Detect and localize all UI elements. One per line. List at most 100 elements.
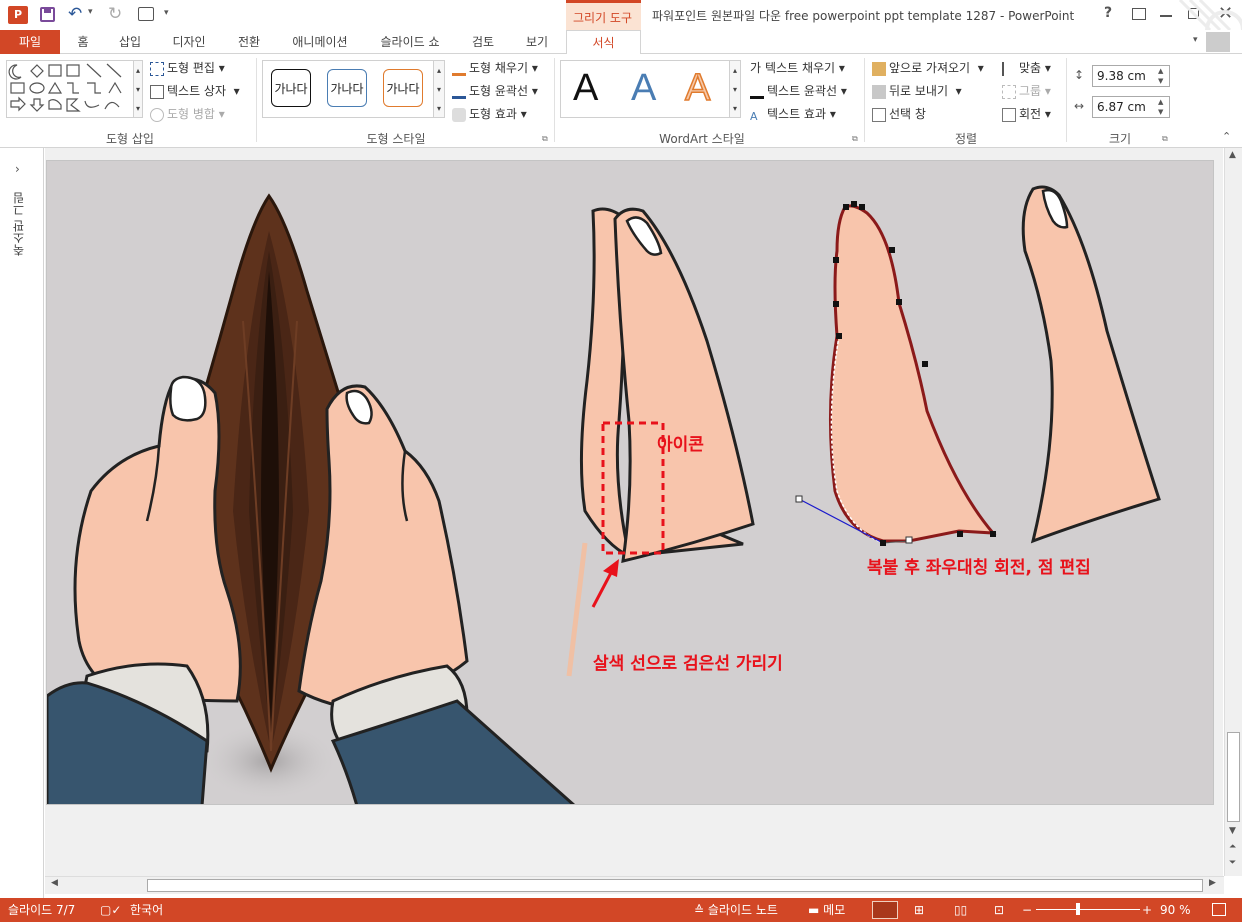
account-avatar[interactable] [1206, 32, 1230, 52]
slideshow-view-icon[interactable]: ⊡ [994, 898, 1004, 922]
title-bar: P ↶ ▾ ↻ ▾ 그리기 도구 파워포인트 원본파일 다운 free powe… [0, 0, 1242, 50]
shape-style-gallery-scroll[interactable]: ▴ ▾ ▾ [433, 60, 445, 118]
scroll-left-icon[interactable]: ◀ [51, 878, 58, 888]
group-button[interactable]: 그룹 ▾ [1002, 82, 1051, 100]
thumb-reference-illustration[interactable] [579, 207, 755, 563]
notes-label: 슬라이드 노트 [707, 903, 778, 917]
edit-shape-button[interactable]: 도형 편집 ▾ [150, 59, 225, 77]
undo-icon[interactable]: ↶ [68, 4, 82, 24]
tab-transitions[interactable]: 전환 [226, 30, 272, 54]
send-backward-icon [872, 84, 886, 99]
zoom-in-button[interactable]: + [1142, 898, 1152, 922]
vertical-scroll-thumb[interactable] [1227, 732, 1240, 822]
edit-shape-label: 도형 편집 [167, 61, 215, 75]
shape-fill-button[interactable]: 도형 채우기 ▾ [452, 59, 538, 77]
shape-style-sample-2[interactable]: 가나다 [327, 69, 367, 107]
scroll-up-icon[interactable]: ▲ [1229, 150, 1236, 160]
text-box-button[interactable]: 텍스트 상자 ▾ [150, 82, 240, 100]
ribbon-display-options-icon[interactable] [1132, 8, 1146, 20]
scroll-down-icon[interactable]: ▼ [1229, 826, 1236, 836]
wordart-sample-orange[interactable]: A [684, 66, 711, 110]
fit-to-window-icon[interactable] [1212, 903, 1226, 916]
customize-toolbar-icon[interactable]: ▾ [164, 8, 169, 18]
normal-view-icon[interactable] [872, 901, 898, 919]
status-bar: 슬라이드 7/7 ▢✓ 한국어 ≙ 슬라이드 노트 ▬ 메모 ⊞ ▯▯ ⊡ − … [0, 898, 1242, 922]
tab-home[interactable]: 홈 [62, 30, 104, 54]
comments-button[interactable]: ▬ 메모 [808, 898, 845, 922]
start-slideshow-icon[interactable] [138, 7, 154, 21]
wordart-gallery-scroll[interactable]: ▴ ▾ ▾ [729, 60, 741, 118]
text-box-icon [150, 84, 164, 99]
send-backward-label: 뒤로 보내기 [889, 84, 949, 98]
tab-format[interactable]: 서식 [566, 30, 641, 55]
shape-effects-button[interactable]: 도형 효과 ▾ [452, 105, 527, 123]
shape-style-gallery[interactable]: 가나다 가나다 가나다 [262, 60, 434, 118]
final-thumb-illustration[interactable] [1021, 185, 1161, 544]
zoom-out-button[interactable]: − [1022, 898, 1032, 922]
text-outline-button[interactable]: 텍스트 윤곽선 ▾ [750, 82, 847, 100]
wordart-sample-black[interactable]: A [573, 67, 598, 110]
ribbon-separator [864, 58, 865, 142]
expand-thumbnails-icon[interactable]: › [15, 162, 20, 176]
spellcheck-icon[interactable]: ▢✓ [100, 898, 121, 922]
dialog-launcher-icon[interactable]: ⧉ [852, 134, 858, 144]
shape-effects-icon [452, 107, 466, 122]
zoom-level[interactable]: 90 % [1160, 898, 1191, 922]
slide-canvas[interactable]: 아이콘 살색 선으로 검은선 가리기 복붙 후 좌우대칭 회전, 점 편집 [46, 160, 1214, 805]
horizontal-scrollbar[interactable]: ◀ ▶ [45, 876, 1224, 894]
scroll-right-icon[interactable]: ▶ [1209, 878, 1216, 888]
right-hand-illustration[interactable] [297, 384, 576, 805]
shape-outline-button[interactable]: 도형 윤곽선 ▾ [452, 82, 538, 100]
point-edit-shape[interactable] [795, 201, 997, 546]
shape-fill-label: 도형 채우기 [469, 61, 529, 75]
selection-pane-button[interactable]: 선택 창 [872, 105, 926, 123]
merge-shapes-button[interactable]: 도형 병합 ▾ [150, 105, 225, 123]
rotate-button[interactable]: 회전 ▾ [1002, 105, 1051, 123]
save-icon[interactable] [40, 7, 55, 22]
skin-color-line[interactable] [566, 542, 588, 677]
width-icon: ↔ [1074, 99, 1085, 113]
dialog-launcher-icon[interactable]: ⧉ [1162, 134, 1168, 144]
wordart-gallery[interactable]: A A A [560, 60, 730, 118]
slide-sorter-view-icon[interactable]: ⊞ [914, 898, 924, 922]
thumbnail-panel-collapsed[interactable]: › 축소판 그림 [0, 148, 44, 898]
help-button[interactable]: ? [1104, 5, 1112, 21]
align-button[interactable]: 맞춤 ▾ [1002, 59, 1051, 77]
notes-button[interactable]: ≙ 슬라이드 노트 [694, 898, 778, 922]
dialog-launcher-icon[interactable]: ⧉ [542, 134, 548, 144]
redo-icon[interactable]: ↻ [108, 4, 122, 24]
tab-insert[interactable]: 삽입 [108, 30, 152, 54]
shape-style-sample-1[interactable]: 가나다 [271, 69, 311, 107]
shape-gallery-scroll[interactable]: ▴ ▾ ▾ [133, 60, 143, 118]
collapse-ribbon-icon[interactable]: ⌃ [1222, 130, 1231, 143]
powerpoint-logo-icon: P [8, 6, 28, 24]
language-indicator[interactable]: 한국어 [130, 898, 163, 922]
reading-view-icon[interactable]: ▯▯ [954, 898, 967, 922]
tab-slideshow[interactable]: 슬라이드 쇼 [368, 30, 452, 54]
account-dropdown-icon[interactable]: ▾ [1193, 35, 1198, 45]
text-fill-button[interactable]: 가 텍스트 채우기 ▾ [750, 59, 845, 77]
tab-animations[interactable]: 애니메이션 [280, 30, 360, 54]
previous-slide-icon[interactable]: ⏶ [1229, 842, 1236, 852]
vertical-scrollbar[interactable]: ▲ ▼ ⏶ ⏷ [1224, 148, 1242, 876]
horizontal-scroll-thumb[interactable] [147, 879, 1203, 892]
annotation-cover-line-label: 살색 선으로 검은선 가리기 [593, 654, 783, 674]
bring-forward-button[interactable]: 앞으로 가져오기 ▾ [872, 59, 984, 77]
tab-view[interactable]: 보기 [514, 30, 560, 54]
undo-dropdown-icon[interactable]: ▾ [88, 7, 93, 17]
shape-gallery[interactable] [6, 60, 134, 118]
tab-review[interactable]: 검토 [460, 30, 506, 54]
width-spinner-icon[interactable]: ▲ ▼ [1158, 97, 1163, 117]
height-spinner-icon[interactable]: ▲ ▼ [1158, 66, 1163, 86]
wordart-sample-blue[interactable]: A [631, 67, 656, 110]
red-arrow-icon [591, 559, 619, 608]
notes-icon: ≙ [694, 903, 708, 917]
shape-style-sample-3[interactable]: 가나다 [383, 69, 423, 107]
tab-file[interactable]: 파일 [0, 30, 60, 54]
zoom-slider-thumb[interactable] [1076, 903, 1080, 915]
tab-design[interactable]: 디자인 [160, 30, 218, 54]
zoom-slider-track[interactable] [1036, 909, 1140, 910]
next-slide-icon[interactable]: ⏷ [1229, 858, 1236, 868]
text-effects-button[interactable]: A 텍스트 효과 ▾ [750, 105, 836, 123]
send-backward-button[interactable]: 뒤로 보내기 ▾ [872, 82, 962, 100]
